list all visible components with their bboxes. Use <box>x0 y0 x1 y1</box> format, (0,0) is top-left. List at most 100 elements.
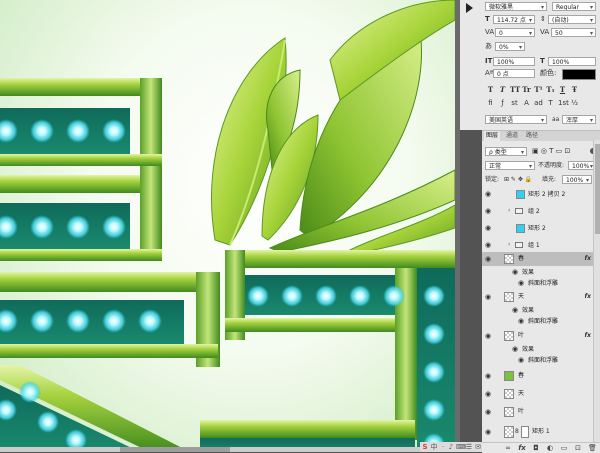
opacity-field[interactable]: 100% <box>568 161 596 170</box>
mail-icon[interactable]: ✉ <box>474 443 482 451</box>
keyboard-icon[interactable]: ⌨ <box>456 443 466 451</box>
layer-row[interactable]: ◉ 春 <box>482 369 593 383</box>
font-style-select[interactable]: Regular <box>552 2 596 11</box>
visibility-eye-icon[interactable]: ◉ <box>485 409 491 416</box>
effect-row[interactable]: ◉ 斜面和浮雕 <box>482 278 593 289</box>
text-color-swatch[interactable] <box>562 69 596 80</box>
visibility-eye-icon[interactable]: ◉ <box>512 307 518 314</box>
baseline-shift-icon: Aª <box>485 69 494 77</box>
layer-row[interactable]: ◉ 矩形 2 <box>482 223 593 234</box>
anti-alias-select[interactable]: 浑厚 <box>562 115 596 124</box>
layer-group-row[interactable]: ◉ › 组 1 <box>482 240 593 251</box>
dot-icon[interactable]: · <box>439 443 447 451</box>
visibility-eye-icon[interactable]: ◉ <box>485 256 491 263</box>
language-select[interactable]: 美国英语 <box>485 115 547 124</box>
faux-bold-button[interactable]: T <box>486 85 495 94</box>
layers-vertical-scrollbar[interactable] <box>593 140 600 442</box>
effect-row[interactable]: ◉ 效果 <box>482 267 593 278</box>
visibility-eye-icon[interactable]: ◉ <box>512 269 518 276</box>
sogou-icon[interactable]: S <box>421 443 429 451</box>
font-family-select[interactable]: 微软雅黑 <box>485 2 547 11</box>
tracking-field[interactable]: 50 <box>551 28 596 37</box>
tab-layers[interactable]: 图层 <box>484 131 501 141</box>
layer-row[interactable]: ◉ 天 fx <box>482 290 593 304</box>
blend-mode-select[interactable]: 正常 <box>485 161 535 170</box>
new-group-icon[interactable]: ▭ <box>560 444 568 452</box>
scroll-thumb[interactable] <box>120 447 230 452</box>
horizontal-scale-field[interactable]: 100% <box>548 57 596 66</box>
leading-field[interactable]: (自动) <box>548 15 596 24</box>
visibility-eye-icon[interactable]: ◉ <box>518 357 524 364</box>
tsume-field[interactable]: 0% <box>495 42 525 51</box>
visibility-eye-icon[interactable]: ◉ <box>485 225 491 232</box>
layer-row[interactable]: ◉ 叶 <box>482 405 593 419</box>
visibility-eye-icon[interactable]: ◉ <box>485 242 491 249</box>
tab-channels[interactable]: 通道 <box>504 131 520 141</box>
visibility-eye-icon[interactable]: ◉ <box>485 208 491 215</box>
tab-paths[interactable]: 路径 <box>524 131 540 141</box>
trash-icon[interactable]: 🗑 <box>588 444 597 452</box>
contextual-alternates-button[interactable]: ƒ <box>498 99 507 108</box>
layer-row-selected[interactable]: ◉ 春 fx <box>482 252 593 266</box>
font-size-field[interactable]: 114.72 点 <box>493 15 535 24</box>
layer-row[interactable]: ◉ 8 矩形 1 <box>482 424 593 440</box>
adjustment-layer-icon[interactable]: ◐ <box>546 444 554 452</box>
canvas-horizontal-scrollbar[interactable] <box>0 447 455 452</box>
visibility-eye-icon[interactable]: ◉ <box>485 391 491 398</box>
kerning-field[interactable]: 0 <box>495 28 535 37</box>
all-caps-button[interactable]: TT <box>510 85 520 94</box>
subscript-button[interactable]: T₁ <box>546 85 555 94</box>
layer-row[interactable]: ◉ 天 <box>482 387 593 401</box>
document-canvas[interactable] <box>0 0 455 452</box>
fx-badge[interactable]: fx <box>585 329 591 343</box>
menu-icon[interactable]: ☰ <box>465 443 473 451</box>
small-caps-button[interactable]: Tr <box>522 85 531 94</box>
visibility-eye-icon[interactable]: ◉ <box>485 191 491 198</box>
visibility-eye-icon[interactable]: ◉ <box>485 429 491 436</box>
layer-filter-select[interactable]: ρ 类型 <box>485 147 527 156</box>
faux-italic-button[interactable]: T <box>498 85 507 94</box>
scroll-thumb[interactable] <box>595 144 600 234</box>
titling-alternates-button[interactable]: T <box>546 99 555 108</box>
visibility-eye-icon[interactable]: ◉ <box>485 333 491 340</box>
underline-button[interactable]: T <box>558 85 567 94</box>
swash-button[interactable]: A <box>522 99 531 108</box>
add-style-icon[interactable]: fx <box>518 444 526 452</box>
layer-thumbnail <box>516 224 525 233</box>
layer-name: 叶 <box>518 332 525 339</box>
baseline-shift-field[interactable]: 0 点 <box>493 69 535 78</box>
layer-row[interactable]: ◉ 叶 fx <box>482 329 593 343</box>
speaker-icon[interactable]: ♪ <box>447 443 455 451</box>
fill-field[interactable]: 100% <box>562 175 592 184</box>
link-layers-icon[interactable]: ∞ <box>504 444 512 452</box>
lock-icons[interactable]: ⊞ ✎ ✥ 🔒 <box>504 175 532 184</box>
stylistic-alternates-button[interactable]: ad <box>534 99 543 108</box>
layer-row[interactable]: ◉ 矩形 2 拷贝 2 <box>482 189 593 200</box>
visibility-eye-icon[interactable]: ◉ <box>512 346 518 353</box>
expand-arrow-icon[interactable]: › <box>508 207 510 214</box>
visibility-eye-icon[interactable]: ◉ <box>518 318 524 325</box>
fractions-button[interactable]: ½ <box>570 99 579 108</box>
effect-row[interactable]: ◉ 斜面和浮雕 <box>482 355 593 366</box>
ordinals-button[interactable]: 1st <box>558 99 569 108</box>
superscript-button[interactable]: T¹ <box>534 85 543 94</box>
layer-group-row[interactable]: ◉ › 组 2 <box>482 206 593 217</box>
discretionary-ligatures-button[interactable]: st <box>510 99 519 108</box>
play-icon[interactable] <box>466 3 473 13</box>
add-mask-icon[interactable]: ◘ <box>532 444 540 452</box>
ime-icon[interactable]: 中 <box>430 443 438 451</box>
filter-icons[interactable]: ▣ ◎ T ▭ ⊡ <box>532 147 570 156</box>
effect-row[interactable]: ◉ 斜面和浮雕 <box>482 316 593 327</box>
visibility-eye-icon[interactable]: ◉ <box>518 280 524 287</box>
ligature-button[interactable]: fi <box>486 99 495 108</box>
new-layer-icon[interactable]: ⊡ <box>574 444 582 452</box>
strikethrough-button[interactable]: Ŧ <box>570 85 579 94</box>
expand-arrow-icon[interactable]: › <box>508 241 510 248</box>
fx-badge[interactable]: fx <box>585 252 591 266</box>
visibility-eye-icon[interactable]: ◉ <box>485 294 491 301</box>
effect-row[interactable]: ◉ 效果 <box>482 305 593 316</box>
fx-badge[interactable]: fx <box>585 290 591 304</box>
vertical-scale-field[interactable]: 100% <box>493 57 535 66</box>
effect-row[interactable]: ◉ 效果 <box>482 344 593 355</box>
visibility-eye-icon[interactable]: ◉ <box>485 373 491 380</box>
